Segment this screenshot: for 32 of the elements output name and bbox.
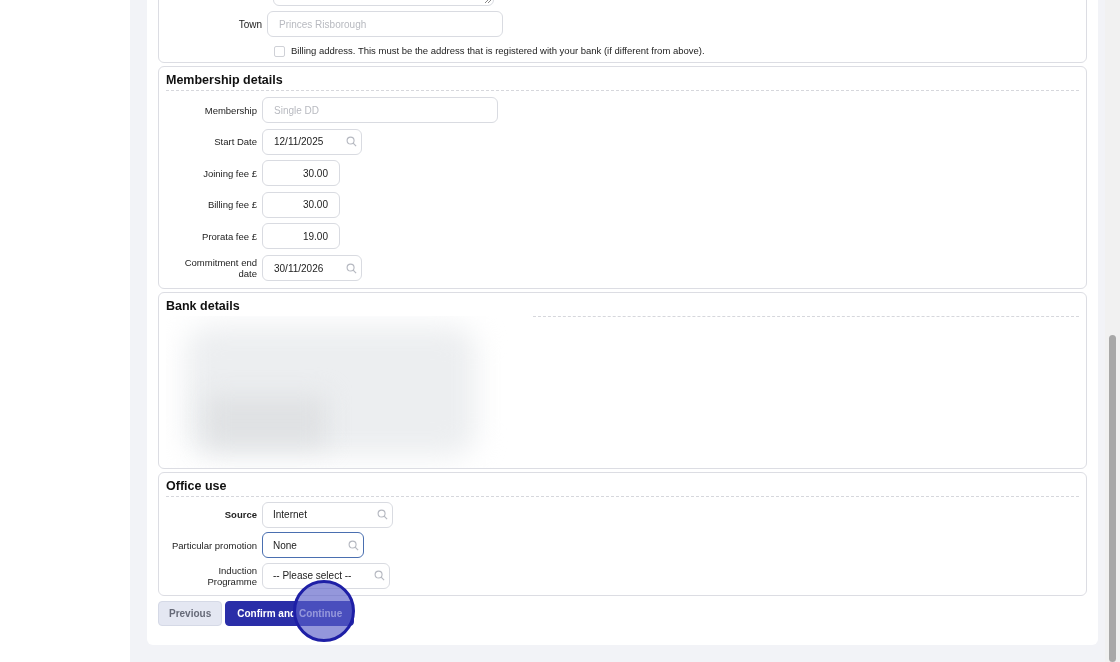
amount-field[interactable]: 19.00 — [262, 223, 340, 250]
select-field[interactable]: Internet — [262, 501, 393, 528]
town-field[interactable]: Princes Risborough — [267, 11, 503, 37]
search-icon — [377, 509, 388, 521]
membership-field[interactable]: Single DD — [262, 97, 498, 124]
field-label: Billing fee £ — [206, 199, 258, 211]
search-icon — [348, 539, 359, 551]
select-field[interactable]: -- Please select -- — [262, 562, 390, 589]
section-title: Bank details — [166, 298, 241, 313]
field-label: Induction Programme — [206, 564, 257, 587]
scrollbar[interactable] — [1105, 0, 1120, 662]
field-label: Commitment end date — [183, 257, 258, 279]
search-icon — [346, 262, 357, 274]
search-icon — [346, 136, 357, 148]
checkbox-label: Billing address. This must be the address that is registered with your bank (if different from above). — [291, 44, 705, 58]
field-label: Prorata fee £ — [201, 230, 258, 242]
checkbox[interactable] — [274, 45, 285, 57]
date-field[interactable]: 12/11/2025 — [262, 128, 362, 155]
amount-field[interactable]: 30.00 — [262, 160, 340, 187]
date-field[interactable]: 30/11/2026 — [262, 255, 362, 281]
field-label: Membership — [203, 104, 258, 116]
section-title: Membership details — [166, 73, 284, 88]
field-label: Particular promotion — [172, 539, 257, 551]
select-field[interactable]: None — [262, 532, 364, 559]
section-title: Office use — [166, 478, 228, 493]
field-label: Joining fee £ — [202, 167, 258, 179]
search-icon — [374, 570, 385, 582]
field-label: Town — [237, 17, 263, 32]
previous-button[interactable]: Previous — [158, 600, 223, 626]
amount-field[interactable]: 30.00 — [262, 191, 340, 218]
field-label: Start Date — [213, 136, 258, 148]
field-label: Source — [224, 509, 257, 521]
